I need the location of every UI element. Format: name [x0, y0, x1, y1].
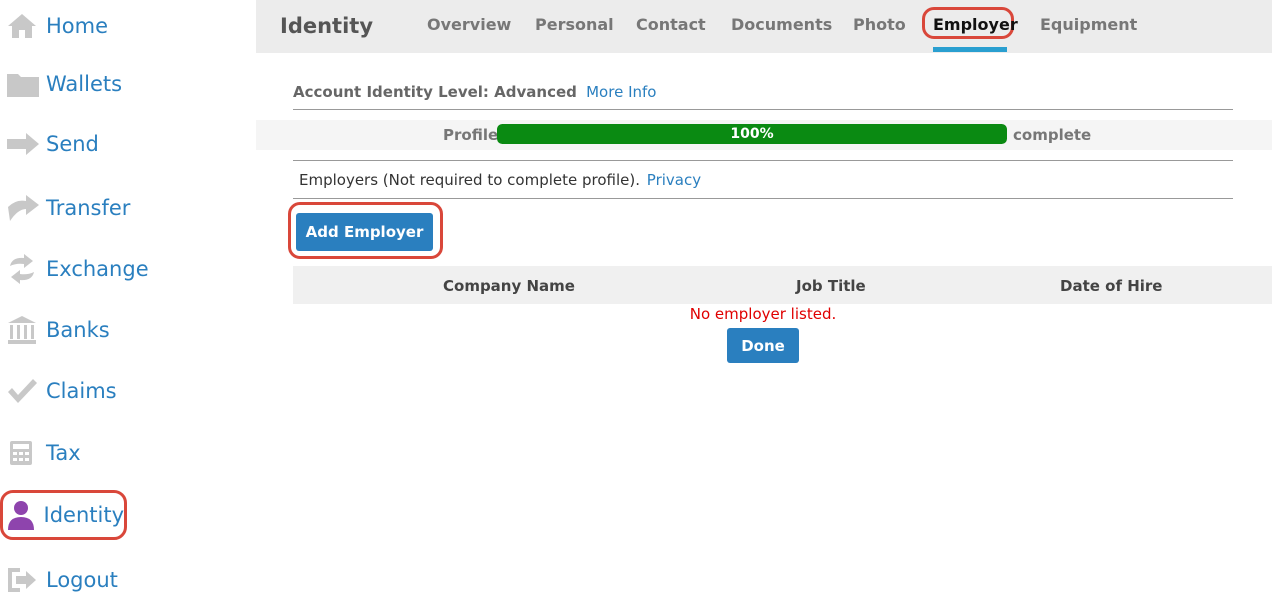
employers-note: Employers (Not required to complete prof…: [299, 171, 701, 189]
tab-employer[interactable]: Employer: [933, 15, 1018, 34]
logout-icon: [6, 563, 40, 597]
tab-photo[interactable]: Photo: [853, 15, 906, 34]
sidebar-item-tax[interactable]: Tax: [6, 433, 81, 473]
sidebar-item-claims[interactable]: Claims: [6, 371, 117, 411]
sidebar-item-label: Exchange: [46, 257, 149, 281]
sidebar-item-logout[interactable]: Logout: [6, 560, 118, 600]
page-title: Identity: [280, 14, 374, 38]
person-icon: [6, 498, 38, 532]
transfer-arrow-icon: [6, 191, 40, 225]
home-icon: [6, 9, 40, 43]
tab-overview[interactable]: Overview: [427, 15, 511, 34]
exchange-icon: [6, 252, 40, 286]
employers-note-text: Employers (Not required to complete prof…: [299, 171, 640, 189]
divider: [293, 160, 1233, 161]
tab-contact[interactable]: Contact: [636, 15, 706, 34]
identity-level-text: Account Identity Level: Advanced: [293, 83, 577, 101]
column-date-of-hire: Date of Hire: [1060, 277, 1163, 295]
tab-documents[interactable]: Documents: [731, 15, 832, 34]
progress-percent: 100%: [730, 126, 774, 142]
sidebar-item-label: Claims: [46, 379, 117, 403]
divider: [293, 198, 1233, 199]
sidebar-item-identity[interactable]: Identity: [0, 490, 127, 540]
sidebar-item-label: Home: [46, 14, 109, 38]
sidebar-item-exchange[interactable]: Exchange: [6, 249, 149, 289]
more-info-link[interactable]: More Info: [586, 83, 656, 101]
sidebar-item-wallets[interactable]: Wallets: [6, 64, 122, 104]
sidebar-item-label: Send: [46, 132, 99, 156]
column-company-name: Company Name: [443, 277, 575, 295]
calculator-icon: [6, 436, 40, 470]
identity-level: Account Identity Level: Advanced More In…: [293, 83, 656, 101]
add-employer-button[interactable]: Add Employer: [296, 213, 433, 251]
folder-icon: [6, 67, 40, 101]
done-button[interactable]: Done: [727, 328, 799, 363]
checkmark-icon: [6, 374, 40, 408]
sidebar-item-home[interactable]: Home: [6, 6, 108, 46]
sidebar-item-label: Logout: [46, 568, 118, 592]
active-tab-underline: [933, 47, 1007, 52]
sidebar-item-label: Tax: [46, 441, 81, 465]
progress-label: Profile: [443, 126, 499, 144]
privacy-link[interactable]: Privacy: [647, 171, 701, 189]
sidebar-item-transfer[interactable]: Transfer: [6, 188, 130, 228]
sidebar-item-label: Wallets: [46, 72, 123, 96]
sidebar-item-label: Transfer: [46, 196, 131, 220]
tab-personal[interactable]: Personal: [535, 15, 614, 34]
sidebar-item-label: Identity: [43, 503, 124, 527]
progress-status: complete: [1013, 126, 1092, 144]
sidebar: Home Wallets Send Transfer Exchange Bank…: [0, 0, 250, 605]
empty-employer-message: No employer listed.: [689, 305, 837, 323]
column-job-title: Job Title: [796, 277, 866, 295]
sidebar-item-send[interactable]: Send: [6, 124, 99, 164]
divider: [293, 109, 1233, 110]
tab-equipment[interactable]: Equipment: [1040, 15, 1137, 34]
arrow-right-icon: [6, 127, 40, 161]
